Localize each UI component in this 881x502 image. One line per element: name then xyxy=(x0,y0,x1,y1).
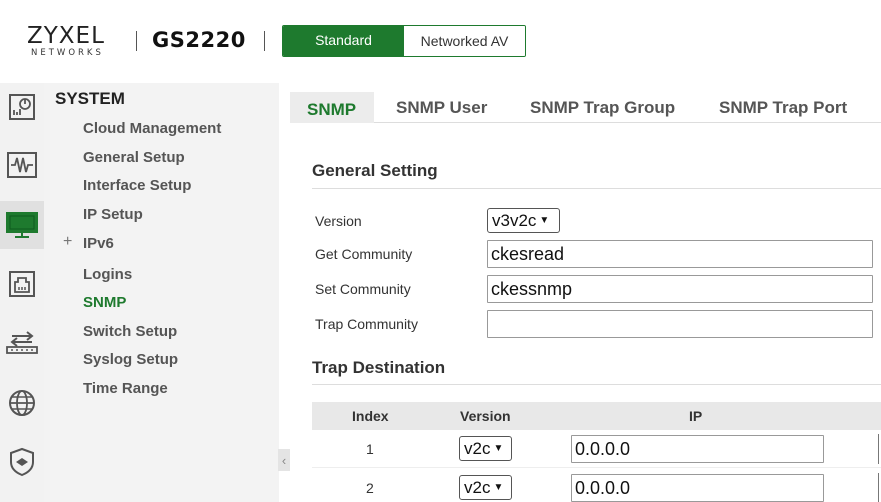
mode-networked-av-button[interactable]: Networked AV xyxy=(404,26,525,56)
logo-brand: ZYXEL xyxy=(27,23,105,49)
trap-table-header: Index Version IP xyxy=(312,402,881,430)
menu-item-switch-setup[interactable]: Switch Setup xyxy=(83,323,177,340)
chevron-down-icon: ▼ xyxy=(493,443,504,454)
system-icon xyxy=(6,212,38,238)
security-icon xyxy=(10,447,34,477)
mode-standard-button[interactable]: Standard xyxy=(283,26,404,56)
rail-item-port[interactable] xyxy=(0,260,44,308)
rail-item-monitor[interactable] xyxy=(0,141,44,189)
tab-snmp-trap-group[interactable]: SNMP Trap Group xyxy=(530,92,675,123)
menu-item-interface-setup[interactable]: Interface Setup xyxy=(83,177,191,194)
port-icon xyxy=(9,271,35,297)
column-header-version: Version xyxy=(460,408,511,424)
menu-item-ip-setup[interactable]: IP Setup xyxy=(83,206,143,223)
rail-item-switching[interactable] xyxy=(0,319,44,367)
menu-item-snmp[interactable]: SNMP xyxy=(83,294,126,311)
network-icon xyxy=(9,390,35,416)
trap-version-value: v2c xyxy=(464,438,491,458)
chevron-left-icon: ‹ xyxy=(281,452,287,468)
menu-item-logins[interactable]: Logins xyxy=(83,266,132,283)
trap-version-select[interactable]: v2c ▼ xyxy=(459,475,512,500)
table-row: 1 v2c ▼ 0.0.0.0 xyxy=(312,430,881,468)
get-community-label: Get Community xyxy=(315,246,413,262)
tab-snmp-user[interactable]: SNMP User xyxy=(396,92,487,123)
column-header-ip: IP xyxy=(689,408,703,424)
menu-title: SYSTEM xyxy=(55,89,125,108)
top-header: ZYXEL NETWORKS GS2220 Standard Networked… xyxy=(0,0,881,83)
set-community-input[interactable]: ckessnmp xyxy=(487,275,873,303)
header-divider xyxy=(136,31,137,51)
trap-version-select[interactable]: v2c ▼ xyxy=(459,436,512,461)
rail-item-dashboard[interactable] xyxy=(0,83,44,131)
trap-ip-input[interactable]: 0.0.0.0 xyxy=(571,474,824,502)
column-header-index: Index xyxy=(352,408,389,424)
model-name: GS2220 xyxy=(152,28,246,52)
trap-community-input[interactable] xyxy=(487,310,873,338)
rail-item-system[interactable] xyxy=(0,201,44,249)
trap-ip-input[interactable]: 0.0.0.0 xyxy=(571,435,824,463)
collapse-menu-handle[interactable]: ‹ xyxy=(278,449,290,471)
chevron-down-icon: ▼ xyxy=(539,215,550,226)
header-divider xyxy=(264,31,265,51)
mode-toggle: Standard Networked AV xyxy=(282,25,526,57)
table-row: 2 v2c ▼ 0.0.0.0 xyxy=(312,469,881,502)
row-index: 1 xyxy=(366,441,374,457)
menu-item-cloud-management[interactable]: Cloud Management xyxy=(83,120,221,137)
main-content: SNMP SNMP User SNMP Trap Group SNMP Trap… xyxy=(290,83,881,502)
monitor-icon xyxy=(7,152,37,178)
expand-plus-icon[interactable]: + xyxy=(63,233,72,251)
icon-rail xyxy=(0,83,44,502)
chevron-down-icon: ▼ xyxy=(493,482,504,493)
tab-snmp[interactable]: SNMP xyxy=(290,92,374,123)
rail-item-security[interactable] xyxy=(0,438,44,486)
row-index: 2 xyxy=(366,480,374,496)
tab-bar: SNMP SNMP User SNMP Trap Group SNMP Trap… xyxy=(290,92,881,123)
zyxel-logo: ZYXEL NETWORKS xyxy=(27,24,119,58)
trap-destination-title: Trap Destination xyxy=(312,358,446,377)
version-select[interactable]: v3v2c ▼ xyxy=(487,208,560,233)
menu-item-time-range[interactable]: Time Range xyxy=(83,380,168,397)
menu-item-syslog-setup[interactable]: Syslog Setup xyxy=(83,351,178,368)
switching-icon xyxy=(6,331,38,354)
menu-item-ipv6[interactable]: IPv6 xyxy=(83,235,114,252)
tab-snmp-trap-port[interactable]: SNMP Trap Port xyxy=(719,92,847,123)
section-divider xyxy=(312,384,881,385)
set-community-label: Set Community xyxy=(315,281,411,297)
rail-item-network[interactable] xyxy=(0,379,44,427)
trap-community-label: Trap Community xyxy=(315,316,418,332)
version-label: Version xyxy=(315,213,362,229)
general-setting-title: General Setting xyxy=(312,161,438,180)
trap-version-value: v2c xyxy=(464,477,491,497)
version-value: v3v2c xyxy=(492,210,537,230)
dashboard-icon xyxy=(9,94,35,120)
logo-sub: NETWORKS xyxy=(31,48,104,58)
menu-item-general-setup[interactable]: General Setup xyxy=(83,149,185,166)
get-community-input[interactable]: ckesread xyxy=(487,240,873,268)
section-divider xyxy=(312,188,881,189)
system-menu: SYSTEM Cloud Management General Setup In… xyxy=(44,83,279,502)
